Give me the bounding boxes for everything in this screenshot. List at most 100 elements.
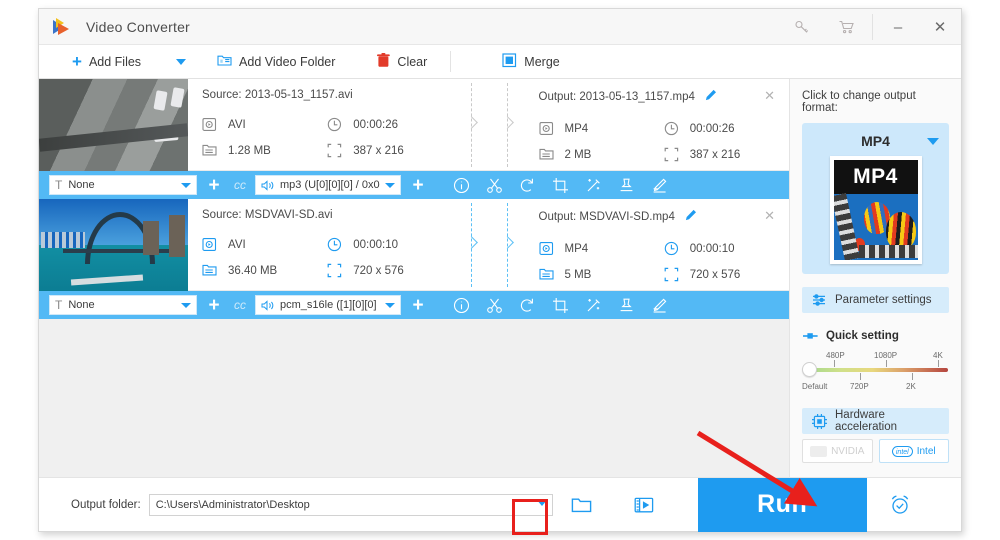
source-duration-value: 00:00:26 bbox=[353, 119, 399, 131]
quality-label-default: Default bbox=[802, 382, 828, 391]
audio-track-select[interactable]: pcm_s16le ([1][0][0] bbox=[255, 295, 401, 315]
merge-squares-icon bbox=[502, 52, 517, 71]
effect-icon[interactable] bbox=[577, 171, 610, 199]
subtitle-select[interactable]: T None bbox=[49, 295, 197, 315]
chevron-down-icon bbox=[385, 182, 395, 188]
subtitle-edit-icon[interactable] bbox=[643, 171, 676, 199]
output-settings-panel: Click to change output format: MP4 MP4 P… bbox=[789, 79, 961, 477]
output-folder-input[interactable]: C:\Users\Administrator\Desktop bbox=[148, 493, 553, 535]
closed-caption-button[interactable]: cc bbox=[229, 294, 251, 316]
main-body: Source: 2013-05-13_1157.avi AVI 1.28 MB … bbox=[39, 79, 961, 477]
quality-slider[interactable]: 480P 1080P 4K Default 720P 2K bbox=[802, 351, 949, 393]
add-audio-button[interactable]: + bbox=[407, 294, 429, 316]
gpu-options: NVIDIA intel Intel bbox=[802, 439, 949, 463]
subtitle-value: None bbox=[68, 179, 95, 191]
gpu-option-nvidia[interactable]: NVIDIA bbox=[802, 439, 873, 463]
audio-track-select[interactable]: mp3 (U[0][0][0] / 0x0 bbox=[255, 175, 401, 195]
clear-button[interactable]: Clear bbox=[368, 45, 436, 79]
add-files-button[interactable]: + Add Files bbox=[63, 45, 150, 79]
source-format-value: AVI bbox=[228, 239, 246, 251]
gpu-option-intel[interactable]: intel Intel bbox=[878, 439, 949, 463]
browse-folder-button[interactable] bbox=[571, 496, 592, 513]
parameter-settings-button[interactable]: Parameter settings bbox=[802, 287, 949, 313]
conversion-arrows bbox=[453, 199, 525, 290]
file-list-pane: Source: 2013-05-13_1157.avi AVI 1.28 MB … bbox=[39, 79, 789, 477]
effect-icon[interactable] bbox=[577, 291, 610, 319]
file-metadata: Source: MSDVAVI-SD.avi AVI 36.40 MB 00:0… bbox=[188, 199, 789, 290]
output-folder-dropdown-icon[interactable] bbox=[511, 498, 548, 535]
source-duration: 00:00:10 bbox=[327, 232, 452, 258]
hardware-acceleration-button[interactable]: Hardware acceleration bbox=[802, 408, 949, 434]
file-list: Source: 2013-05-13_1157.avi AVI 1.28 MB … bbox=[39, 79, 789, 319]
schedule-button[interactable] bbox=[889, 494, 911, 515]
add-video-folder-button[interactable]: Add Video Folder bbox=[208, 45, 344, 79]
info-icon[interactable] bbox=[445, 171, 478, 199]
chevron-down-icon[interactable] bbox=[927, 138, 939, 145]
crop-icon[interactable] bbox=[544, 171, 577, 199]
subtitle-edit-icon[interactable] bbox=[643, 291, 676, 319]
chip-icon bbox=[812, 413, 827, 429]
closed-caption-button[interactable]: cc bbox=[229, 174, 251, 196]
quality-slider-knob[interactable] bbox=[802, 362, 817, 377]
source-size: 1.28 MB bbox=[202, 138, 327, 164]
add-subtitle-button[interactable]: + bbox=[203, 294, 225, 316]
output-duration: 00:00:26 bbox=[664, 116, 789, 142]
file-size-icon bbox=[202, 143, 219, 160]
output-duration-value: 00:00:10 bbox=[689, 243, 735, 255]
subtitle-select[interactable]: T None bbox=[49, 175, 197, 195]
pencil-icon[interactable] bbox=[704, 89, 717, 105]
open-media-button[interactable] bbox=[634, 496, 654, 514]
format-thumbnail: MP4 bbox=[829, 156, 922, 264]
add-files-dropdown-icon[interactable] bbox=[176, 58, 187, 65]
output-folder-label: Output folder: bbox=[71, 498, 141, 511]
cut-icon[interactable] bbox=[478, 291, 511, 319]
intel-icon: intel bbox=[891, 445, 913, 457]
folder-video-icon bbox=[217, 53, 232, 70]
cart-icon[interactable] bbox=[824, 9, 868, 45]
resolution-icon bbox=[327, 143, 344, 160]
info-icon[interactable] bbox=[445, 291, 478, 319]
empty-drop-area[interactable] bbox=[39, 319, 789, 477]
remove-file-button[interactable]: ✕ bbox=[764, 208, 775, 224]
source-duration: 00:00:26 bbox=[327, 112, 452, 138]
output-size-value: 2 MB bbox=[564, 149, 592, 161]
close-button[interactable]: ✕ bbox=[919, 9, 961, 45]
output-format-card[interactable]: MP4 MP4 bbox=[802, 123, 949, 274]
cut-icon[interactable] bbox=[478, 171, 511, 199]
remove-file-button[interactable]: ✕ bbox=[764, 88, 775, 104]
slider-handle-icon bbox=[802, 331, 819, 341]
source-size: 36.40 MB bbox=[202, 258, 327, 284]
run-button[interactable]: Run bbox=[697, 477, 867, 532]
app-title: Video Converter bbox=[86, 18, 190, 35]
minimize-button[interactable]: – bbox=[877, 9, 919, 45]
quality-slider-track bbox=[810, 368, 948, 372]
quick-setting-label: Quick setting bbox=[826, 330, 899, 342]
table-row[interactable]: Source: MSDVAVI-SD.avi AVI 36.40 MB 00:0… bbox=[39, 199, 789, 291]
watermark-icon[interactable] bbox=[610, 171, 643, 199]
speaker-icon bbox=[261, 299, 275, 311]
file-action-strip: T None + cc mp3 (U[0][0][0] / 0x0 + bbox=[39, 171, 789, 199]
source-filename: Source: 2013-05-13_1157.avi bbox=[202, 89, 353, 101]
output-info: Output: 2013-05-13_1157.mp4 MP4 2 MB 00:… bbox=[525, 79, 790, 170]
output-resolution-value: 387 x 216 bbox=[689, 149, 741, 161]
audio-track-value: pcm_s16le ([1][0][0] bbox=[280, 299, 377, 311]
pencil-icon[interactable] bbox=[684, 209, 697, 225]
quality-label-720p: 720P bbox=[850, 382, 869, 391]
key-icon[interactable] bbox=[780, 9, 824, 45]
merge-button[interactable]: Merge bbox=[493, 45, 568, 79]
watermark-icon[interactable] bbox=[610, 291, 643, 319]
source-resolution: 720 x 576 bbox=[327, 258, 452, 284]
rotate-icon[interactable] bbox=[511, 171, 544, 199]
output-format-value: MP4 bbox=[564, 243, 589, 255]
output-format-name: MP4 bbox=[861, 133, 890, 149]
conversion-arrows bbox=[453, 79, 525, 170]
table-row[interactable]: Source: 2013-05-13_1157.avi AVI 1.28 MB … bbox=[39, 79, 789, 171]
source-format: AVI bbox=[202, 112, 327, 138]
crop-icon[interactable] bbox=[544, 291, 577, 319]
add-audio-button[interactable]: + bbox=[407, 174, 429, 196]
quick-setting-header: Quick setting bbox=[802, 330, 949, 342]
video-thumbnail bbox=[39, 199, 188, 291]
add-subtitle-button[interactable]: + bbox=[203, 174, 225, 196]
clock-icon bbox=[664, 241, 681, 258]
rotate-icon[interactable] bbox=[511, 291, 544, 319]
